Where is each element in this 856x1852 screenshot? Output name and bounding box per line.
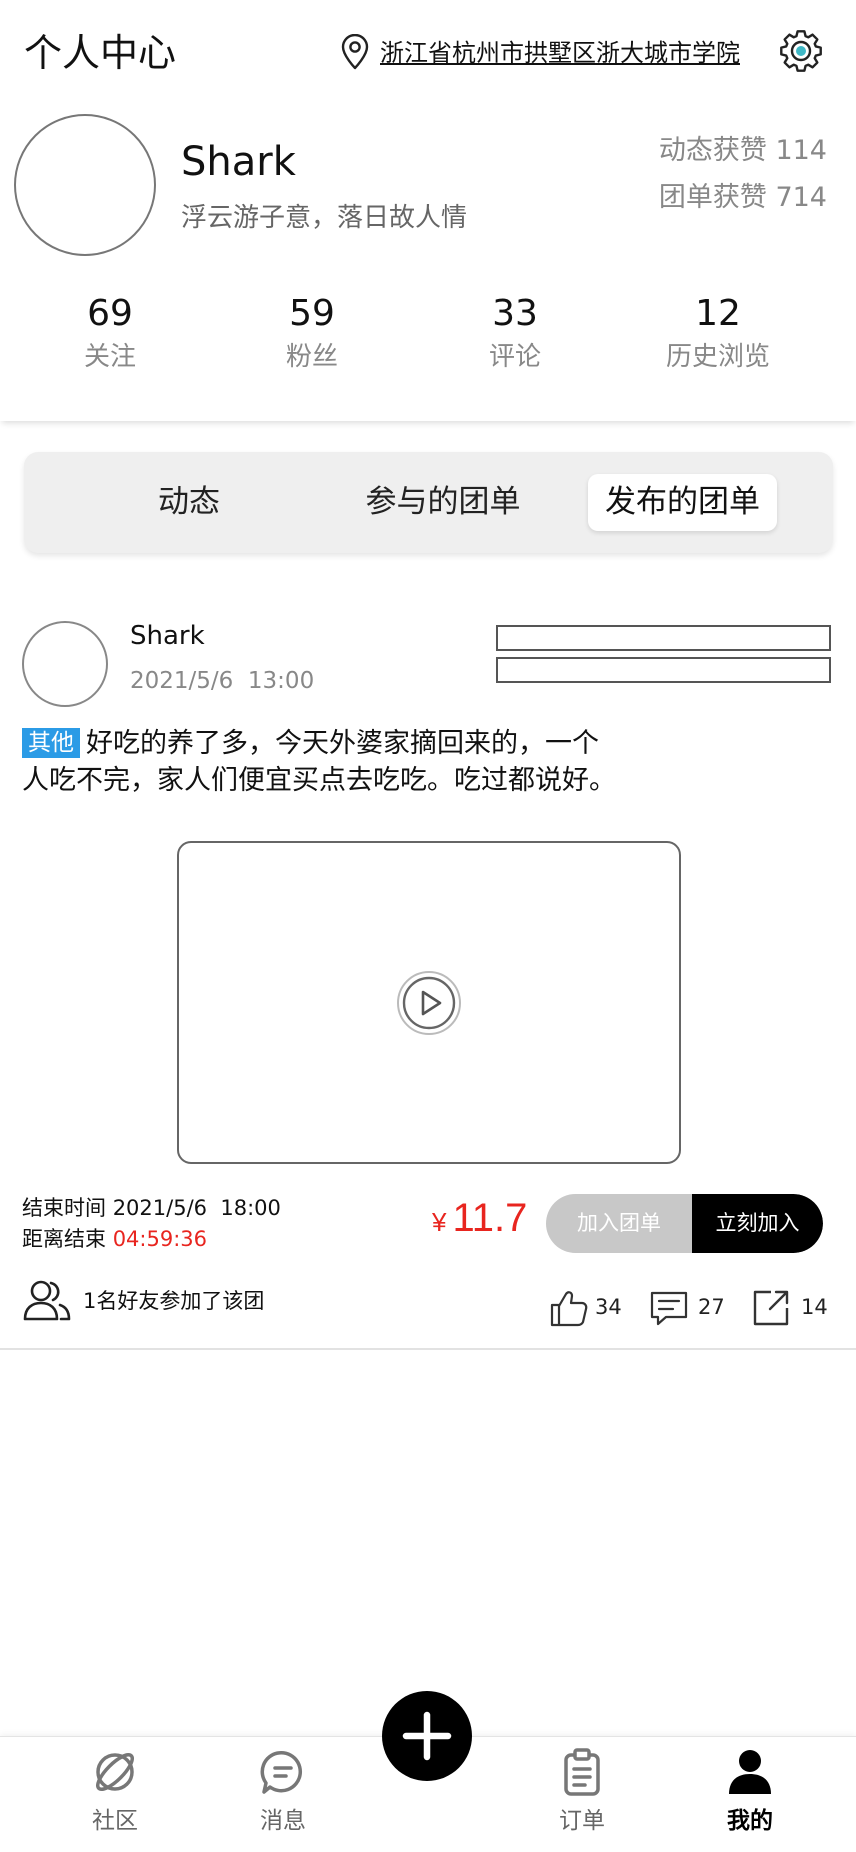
stat-label: 历史浏览 bbox=[665, 342, 770, 372]
stat-comments[interactable]: 33 评论 bbox=[415, 290, 615, 376]
post-likes-value: 114 bbox=[775, 135, 827, 166]
location-link[interactable]: 浙江省杭州市拱墅区浙大城市学院 bbox=[380, 36, 740, 70]
post-likes-summary: 动态获赞 114 bbox=[659, 133, 827, 169]
join-now-button[interactable]: 立刻加入 bbox=[692, 1194, 823, 1253]
page-title: 个人中心 bbox=[24, 31, 177, 75]
join-group-button[interactable]: 加入团单 bbox=[546, 1194, 692, 1253]
group-likes-label: 团单获赞 bbox=[658, 182, 767, 213]
nav-label: 订单 bbox=[559, 1808, 605, 1834]
stat-value: 33 bbox=[492, 293, 538, 334]
gear-icon[interactable] bbox=[779, 29, 823, 73]
post-likes-label: 动态获赞 bbox=[658, 135, 767, 166]
avatar[interactable] bbox=[14, 114, 156, 256]
like-count: 34 bbox=[595, 1295, 622, 1319]
stat-label: 评论 bbox=[488, 342, 541, 372]
share-count: 14 bbox=[801, 1295, 828, 1319]
end-time-value: 2021/5/6 18:00 bbox=[112, 1196, 281, 1220]
stat-history[interactable]: 12 历史浏览 bbox=[618, 290, 818, 376]
nav-orders[interactable]: 订单 bbox=[522, 1737, 642, 1852]
stat-followers[interactable]: 59 粉丝 bbox=[212, 290, 412, 376]
post-author-name[interactable]: Shark bbox=[130, 619, 205, 653]
stat-label: 关注 bbox=[83, 342, 136, 372]
planet-icon bbox=[96, 1753, 134, 1791]
category-tag: 其他 bbox=[22, 728, 80, 758]
countdown-value: 04:59:36 bbox=[112, 1227, 208, 1251]
divider bbox=[0, 1348, 856, 1350]
nav-messages[interactable]: 消息 bbox=[223, 1737, 343, 1852]
friends-joined-text: 1名好友参加了该团 bbox=[83, 1289, 265, 1313]
group-likes-value: 714 bbox=[775, 182, 827, 213]
nav-label: 消息 bbox=[260, 1808, 306, 1834]
post-content: 其他 好吃的养了多，今天外婆家摘回来的，一个人吃不完，家人们便宜买点去吃吃。吃过都… bbox=[22, 725, 620, 799]
group-likes-summary: 团单获赞 714 bbox=[659, 180, 827, 216]
tab-bar: 动态 参与的团单 发布的团单 bbox=[24, 452, 833, 553]
join-buttons: 加入团单 立刻加入 bbox=[546, 1194, 823, 1253]
location-pin-icon[interactable] bbox=[340, 34, 370, 70]
tab-posts[interactable]: 动态 bbox=[114, 452, 264, 553]
post-time: 2021/5/6 13:00 bbox=[130, 668, 315, 694]
placeholder-box bbox=[496, 625, 831, 651]
price: ¥ 11.7 bbox=[432, 1196, 527, 1250]
tab-joined-groups[interactable]: 参与的团单 bbox=[348, 452, 538, 553]
post-content-text: 好吃的养了多，今天外婆家摘回来的，一个人吃不完，家人们便宜买点去吃吃。吃过都说好… bbox=[22, 728, 616, 796]
stat-value: 12 bbox=[695, 293, 741, 334]
nav-community[interactable]: 社区 bbox=[55, 1737, 175, 1852]
comment-icon[interactable] bbox=[649, 1288, 689, 1328]
stat-value: 69 bbox=[87, 293, 133, 334]
clipboard-icon bbox=[564, 1748, 600, 1796]
profile-name: Shark bbox=[181, 139, 296, 185]
comment-count: 27 bbox=[698, 1295, 725, 1319]
currency-symbol: ¥ bbox=[432, 1207, 447, 1237]
message-icon bbox=[260, 1750, 303, 1794]
post-author-avatar[interactable] bbox=[22, 621, 108, 707]
stat-value: 59 bbox=[289, 293, 335, 334]
create-button[interactable] bbox=[382, 1691, 472, 1781]
person-icon bbox=[729, 1750, 771, 1794]
like-icon[interactable] bbox=[549, 1288, 589, 1328]
friends-icon bbox=[23, 1280, 71, 1321]
stat-following[interactable]: 69 关注 bbox=[10, 290, 210, 376]
end-time-label: 结束时间 bbox=[22, 1196, 106, 1220]
countdown-label: 距离结束 bbox=[22, 1227, 106, 1251]
plus-icon bbox=[402, 1711, 452, 1761]
share-icon[interactable] bbox=[751, 1288, 791, 1328]
price-value: 11.7 bbox=[452, 1196, 528, 1240]
nav-label: 我的 bbox=[727, 1808, 773, 1834]
play-icon[interactable] bbox=[394, 968, 464, 1038]
nav-label: 社区 bbox=[92, 1808, 138, 1834]
profile-bio: 浮云游子意，落日故人情 bbox=[181, 203, 468, 233]
stat-label: 粉丝 bbox=[285, 342, 338, 372]
group-end-info: 结束时间 2021/5/6 18:00 距离结束 04:59:36 bbox=[22, 1193, 281, 1255]
placeholder-box bbox=[496, 657, 831, 683]
nav-me[interactable]: 我的 bbox=[690, 1737, 810, 1852]
tab-published-groups[interactable]: 发布的团单 bbox=[588, 474, 777, 531]
